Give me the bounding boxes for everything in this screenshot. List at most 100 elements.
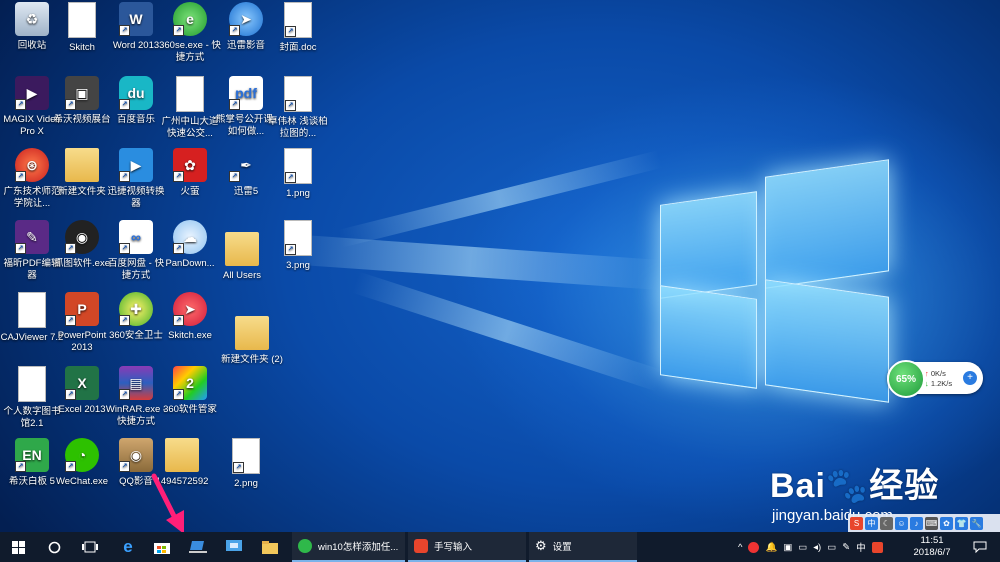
taskbar-app-handwriting[interactable]: 手写输入 [408,532,526,562]
accelerate-icon[interactable]: + [963,371,977,385]
shortcut-arrow-icon: ↗ [285,100,296,111]
watermark-brand-cn: 经验 [869,467,940,505]
ime-icon[interactable]: 中 [865,516,878,530]
desktop-icon-label: 广州中山大道快速公交... [161,116,219,139]
taskbar-app-browser[interactable]: win10怎样添加任... [292,532,405,562]
music-icon: du ↗ [119,76,153,110]
taskbar-app-label: win10怎样添加任... [318,542,399,553]
shortcut-arrow-icon: ↗ [119,315,130,326]
monitor-icon [226,540,242,551]
edge-button[interactable]: e [110,532,146,562]
rar-glyph: ▤ [129,375,143,391]
desktop-icon[interactable]: ↗ 卓伟林 浅谈柏拉图的... [266,76,330,140]
upload-speed-value: 0K/s [930,369,946,378]
logo-pane [660,191,757,299]
recycle-glyph: ♻ [25,11,39,27]
tablet-pc-button[interactable] [180,532,216,562]
mic-icon[interactable]: ♪ [910,516,923,530]
desktop-icon[interactable]: e ↗ 360se.exe - 快捷方式 [158,2,222,64]
shortcut-arrow-icon: ↗ [119,461,130,472]
desktop-icon[interactable]: ➤ ↗ Skitch.exe [158,292,222,342]
keyboard-icon[interactable]: ⌨ [925,516,938,530]
laptop-icon [189,541,207,553]
video-glyph: ▶ [130,157,142,173]
down-arrow-icon: ↓ [925,379,929,388]
taskbar-app-label: 设置 [552,542,572,553]
cortana-circle-icon [48,541,60,553]
magix-glyph: ▶ [26,85,38,101]
shortcut-arrow-icon: ↗ [15,461,26,472]
round-red-glyph: ⊛ [26,157,38,173]
taskbar-app-settings[interactable]: ⚙ 设置 [529,532,637,562]
excel-glyph: X [77,375,87,391]
s360-icon: ✚ ↗ [119,292,153,326]
word-glyph: W [129,11,143,27]
windows-logo-graphic [655,159,895,420]
clock[interactable]: 11:51 2018/6/7 [908,535,956,559]
speech-icon[interactable]: ▭ [798,542,807,553]
desktop-icon[interactable]: ✿ ↗ 火萤 [158,148,222,198]
moon-icon[interactable]: ☾ [880,516,893,530]
show-hidden-icons-chevron-icon[interactable]: ^ [738,542,742,553]
sogou-tray-icon[interactable] [871,541,883,553]
shortcut-arrow-icon: ↗ [229,99,240,110]
cloud-glyph: ☁ [183,229,197,245]
desktop-icon[interactable]: ↗ 3.png [266,220,330,272]
video-icon: ▶ ↗ [119,148,153,182]
desktop-icon[interactable]: 2 ↗ 360软件管家 [158,366,222,416]
control-panel-button[interactable] [216,532,252,562]
desktop-icon-label: 1.png [286,188,310,199]
qqvideo-glyph: ◉ [129,447,143,463]
mgr360-icon: 2 ↗ [173,366,207,400]
network-speed-widget[interactable]: 65% ↑ 0K/s ↓ 1.2K/s + [887,360,983,398]
battery-icon[interactable]: ▭ [827,542,836,553]
emoji-icon[interactable]: ☺ [895,516,908,530]
shortcut-arrow-icon: ↗ [15,171,26,182]
watermark-brand-text: Bai [770,467,826,505]
bell-icon[interactable]: 🔔 [765,542,777,553]
browser-360-icon [298,539,312,553]
shortcut-arrow-icon: ↗ [285,26,296,37]
ime-mode-indicator[interactable]: 中 [856,540,866,554]
pen-icon[interactable]: ✎ [842,542,850,553]
ppt-glyph: P [77,301,87,317]
task-view-button[interactable] [72,532,108,562]
skin-icon[interactable]: ✿ [940,516,953,530]
png-icon: ↗ [232,438,260,474]
doc-icon [176,76,204,112]
network-icon[interactable]: ▣ [783,542,792,553]
pdf-icon: pdf ↗ [229,76,263,110]
volume-icon[interactable]: ◂) [813,542,821,553]
xunlei-glyph: ➤ [240,11,252,27]
desktop-icon[interactable]: 新建文件夹 (2) [220,316,284,366]
shortcut-arrow-icon: ↗ [229,25,240,36]
foxit-glyph: ✎ [26,229,38,245]
shirt-icon[interactable]: 👕 [955,516,968,530]
desktop-icon-label: 新建文件夹 (2) [221,354,283,365]
memory-usage-ball[interactable]: 65% [887,360,925,398]
desktop-icon[interactable]: All Users [210,232,274,282]
shortcut-arrow-icon: ↗ [173,389,184,400]
fire-glyph: ✿ [184,157,196,173]
antivirus-icon[interactable] [748,541,760,553]
desktop-icon[interactable]: 广州中山大道快速公交... [158,76,222,140]
qqvideo-icon: ◉ ↗ [119,438,153,472]
search-button[interactable] [36,532,72,562]
edge-icon: e [123,537,133,556]
action-center-button[interactable] [962,532,998,562]
wrench-icon[interactable]: 🔧 [970,516,983,530]
sogou-icon[interactable]: S [850,516,863,530]
desktop-icon[interactable]: ↗ 封面.doc [266,2,330,54]
desktop-icon[interactable]: ↗ 1.png [266,148,330,200]
mgr360-glyph: 2 [186,375,194,391]
desktop-icon[interactable]: ↗ 2.png [214,438,278,490]
sogou-handwriting-icon [414,539,428,553]
desktop-icon-label: 2.png [234,478,258,489]
ie360-glyph: e [186,11,194,27]
wechat-glyph: ◔ [77,447,87,463]
store-button[interactable] [144,532,180,562]
start-button[interactable] [0,532,36,562]
skitch-glyph: ➤ [184,301,196,317]
file-explorer-button[interactable] [252,532,288,562]
annotation-arrow-icon [151,473,184,534]
